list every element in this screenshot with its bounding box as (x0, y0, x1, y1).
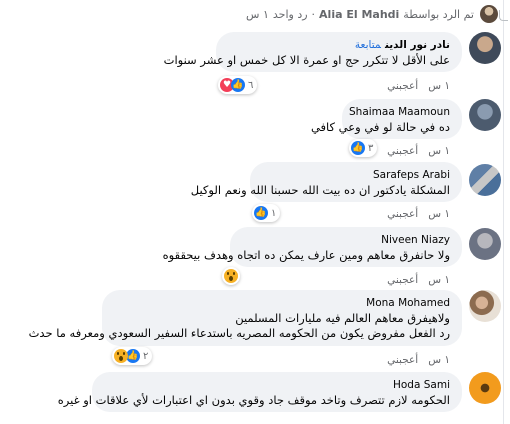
comment-time[interactable]: ١ س (428, 354, 450, 366)
comment-bubble: Mona Mohamed ولاهيفرق معاهم العالم فيه م… (28, 290, 462, 346)
reaction-summary[interactable]: 👍 ٣ (349, 139, 378, 157)
avatar[interactable] (469, 372, 501, 404)
reaction-summary[interactable]: 👍 ٢ (112, 347, 153, 365)
comment-author[interactable]: نادر نور الدين (385, 39, 450, 51)
comment-text: المشكلة يادكتور ان ده بيت الله حسبنا الل… (190, 183, 450, 197)
comment-bubble: نادر نور الدين متابعة على الأقل لا تتكرر … (163, 32, 462, 72)
comment-actions: ١ س أعجبني (387, 354, 450, 366)
wow-reaction-icon (114, 349, 128, 363)
reply-prefix: تم الرد بواسطة (403, 7, 474, 21)
reaction-count: ٣ (368, 142, 374, 154)
comment-actions: ١ س أعجبني (387, 80, 450, 92)
like-reaction-icon: 👍 (254, 206, 268, 220)
comment-author[interactable]: Sarafeps Arabi (262, 169, 450, 181)
like-button[interactable]: أعجبني (387, 208, 418, 220)
comment-time[interactable]: ١ س (428, 208, 450, 220)
comment-actions: ١ س أعجبني (387, 208, 450, 220)
comment-bubble: Shaimaa Maamoun ده في حالة لو في وعي كاف… (310, 99, 462, 139)
like-reaction-icon: 👍 (126, 349, 140, 363)
thread-line (503, 0, 504, 424)
reply-count: رد واحد (272, 7, 308, 21)
avatar[interactable] (469, 290, 501, 322)
comment-time[interactable]: ١ س (428, 145, 450, 157)
comment-text: الحكومه لازم تتصرف وتاخد موقف جاد وقوي ب… (57, 393, 450, 407)
avatar[interactable] (469, 228, 501, 260)
reaction-summary[interactable] (222, 267, 240, 285)
reply-separator: · (311, 7, 316, 21)
comment-text-line: رد الفعل مفروض يكون من الحكومه المصريه ب… (28, 326, 450, 340)
wow-reaction-icon (224, 269, 238, 283)
reaction-count: ٦ (248, 79, 254, 91)
like-button[interactable]: أعجبني (387, 145, 418, 157)
reply-time: ١ س (246, 7, 269, 21)
like-button[interactable]: أعجبني (387, 80, 418, 92)
reply-author[interactable]: Alia El Mahdi (319, 8, 399, 21)
like-reaction-icon: 👍 (351, 141, 365, 155)
comment-author[interactable]: Niveen Niazy (242, 234, 450, 246)
comment-author[interactable]: Hoda Sami (104, 379, 450, 391)
comment-text-line: ولاهيفرق معاهم العالم فيه مليارات المسلم… (235, 311, 450, 325)
comment-text: ده في حالة لو في وعي كافي (310, 120, 450, 134)
reply-summary[interactable]: تم الرد بواسطة Alia El Mahdi · رد واحد ١… (246, 4, 474, 24)
comment-text: ولا حانفرق معاهم ومين عارف يمكن ده اتجاه… (162, 248, 450, 262)
reaction-count: ١ (271, 207, 277, 219)
reaction-count: ٢ (143, 350, 149, 362)
comment-time[interactable]: ١ س (428, 274, 450, 286)
avatar[interactable] (469, 164, 501, 196)
comment-author[interactable]: Mona Mohamed (114, 297, 450, 309)
like-reaction-icon: 👍 (231, 78, 245, 92)
comment-author[interactable]: Shaimaa Maamoun (349, 106, 450, 118)
reply-author-avatar[interactable] (480, 5, 498, 23)
avatar[interactable] (469, 32, 501, 64)
like-button[interactable]: أعجبني (387, 274, 418, 286)
like-button[interactable]: أعجبني (387, 354, 418, 366)
comment-time[interactable]: ١ س (428, 80, 450, 92)
comment-bubble: Hoda Sami الحكومه لازم تتصرف وتاخد موقف … (57, 372, 462, 412)
comment-bubble: Sarafeps Arabi المشكلة يادكتور ان ده بيت… (190, 162, 462, 202)
reply-arrow-icon (499, 10, 508, 21)
reaction-summary[interactable]: 👍 ١ (252, 204, 281, 222)
reaction-summary[interactable]: ♥ 👍 ٦ (218, 76, 258, 94)
comment-bubble: Niveen Niazy ولا حانفرق معاهم ومين عارف … (162, 227, 462, 267)
avatar[interactable] (469, 99, 501, 131)
comment-text: على الأقل لا تتكرر حج او عمرة الا كل خمس… (163, 53, 450, 67)
comment-actions: ١ س أعجبني (387, 274, 450, 286)
follow-button[interactable]: متابعة (355, 39, 381, 51)
comment-actions: ١ س أعجبني (387, 145, 450, 157)
